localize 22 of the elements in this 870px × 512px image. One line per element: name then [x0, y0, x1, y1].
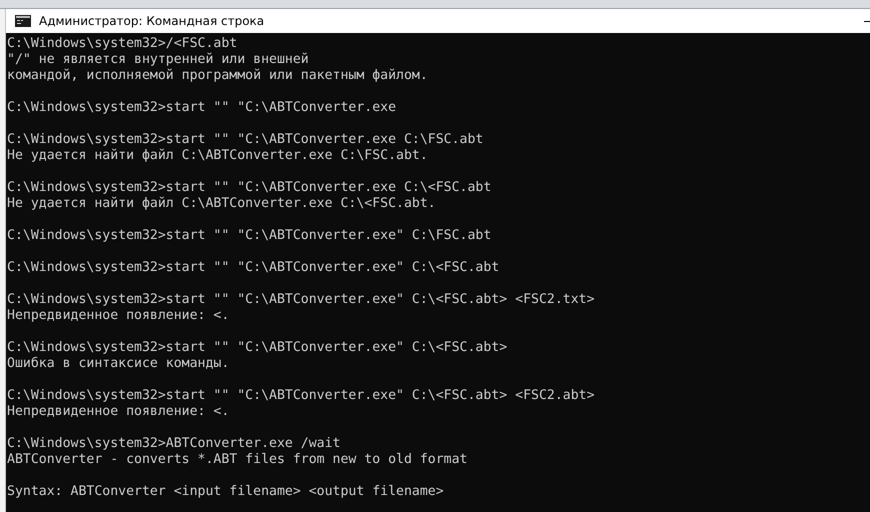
window-title: Администратор: Командная строка: [39, 14, 264, 28]
console-line: C:\Windows\system32>start "" "C:\ABTConverter.exe C:\<FSC.abt: [7, 180, 492, 196]
console-line: командой, исполняемой программой или пакетным файлом.: [7, 68, 429, 84]
console-line: "/" не является внутренней или внешней: [7, 52, 310, 68]
console-line: Непредвиденное появление: <.: [7, 404, 230, 420]
console-line: Непредвиденное появление: <.: [7, 308, 230, 324]
console-line: Ошибка в синтаксисе команды.: [7, 356, 230, 372]
console-line: Не удается найти файл C:\ABTConverter.exe C:\FSC.abt.: [7, 148, 429, 164]
console-line: C:\Windows\system32>start "" "C:\ABTConverter.exe" C:\<FSC.abt> <FSC2.txt>: [7, 292, 596, 308]
console-line: C:\Windows\system32>start "" "C:\ABTConverter.exe: [7, 100, 398, 116]
minimize-icon[interactable]: [864, 20, 870, 22]
console-line: C:\Windows\system32>start "" "C:\ABTConverter.exe" C:\<FSC.abt>: [7, 340, 508, 356]
console-line: C:\Windows\system32>ABTConverter.exe /wait: [7, 436, 342, 452]
console-line: Не удается найти файл C:\ABTConverter.exe C:\<FSC.abt.: [7, 196, 437, 212]
console-line: C:\Windows\system32>start "" "C:\ABTConverter.exe" C:\<FSC.abt> <FSC2.abt>: [7, 388, 596, 404]
console-line: C:\Windows\system32>start "" "C:\ABTConverter.exe" C:\<FSC.abt: [7, 260, 500, 276]
console-line: ABTConverter - converts *.ABT files from new to old format: [7, 452, 468, 468]
console-line: C:\Windows\system32>start "" "C:\ABTConverter.exe" C:\FSC.abt: [7, 228, 492, 244]
console-icon: [15, 15, 31, 27]
console-line: C:\Windows\system32>start "" "C:\ABTConverter.exe C:\FSC.abt: [7, 132, 484, 148]
console-line: Syntax: ABTConverter <input filename> <output filename>: [7, 484, 445, 500]
console-line: C:\Windows\system32>/<FSC.abt: [7, 36, 238, 52]
